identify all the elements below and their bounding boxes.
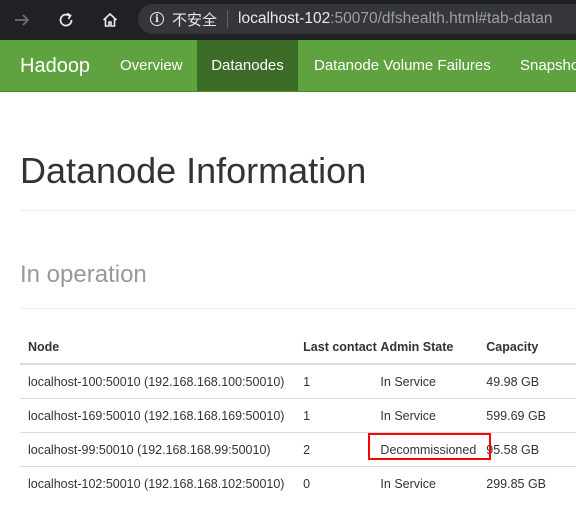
reload-icon[interactable] <box>52 6 80 34</box>
node-cell: localhost-169:50010 (192.168.168.169:500… <box>20 398 296 433</box>
title-divider <box>20 210 576 211</box>
table-row: localhost-169:50010 (192.168.168.169:500… <box>20 398 576 433</box>
info-icon[interactable]: i <box>150 12 164 26</box>
last-contact-cell: 1 <box>295 398 373 433</box>
address-separator <box>227 10 229 28</box>
browser-toolbar: i 不安全 localhost-102:50070/dfshealth.html… <box>0 0 576 40</box>
nav-snapshot[interactable]: Snapsho <box>506 40 576 91</box>
node-cell: localhost-100:50010 (192.168.168.100:500… <box>20 364 296 399</box>
table-row: localhost-100:50010 (192.168.168.100:500… <box>20 364 576 399</box>
header-last-contact[interactable]: Last contact <box>295 330 377 365</box>
admin-state-cell: In Service <box>380 476 437 491</box>
brand-logo-text[interactable]: Hadoop <box>20 40 90 91</box>
node-cell: localhost-102:50010 (192.168.168.102:500… <box>28 476 285 491</box>
capacity-cell: 49.98 GB <box>478 364 576 399</box>
table-row: localhost-102:50010 (192.168.168.102:500… <box>20 467 576 501</box>
admin-state-value: Decommissioned <box>380 442 477 457</box>
decommissioned-highlight: Decommissioned <box>368 432 492 460</box>
address-bar[interactable]: i 不安全 localhost-102:50070/dfshealth.html… <box>138 4 576 34</box>
section-divider <box>20 308 576 309</box>
table-header-row: Node Last contact Admin State Capacity <box>20 330 576 365</box>
admin-state-cell: Decommissioned <box>368 432 492 467</box>
capacity-cell: 299.85 GB <box>486 476 547 491</box>
capacity-cell: 599.69 GB <box>478 398 576 433</box>
capacity-cell: 95.58 GB <box>478 432 576 467</box>
admin-state-cell: In Service <box>372 364 479 399</box>
datanode-table: Node Last contact Admin State Capacity l… <box>20 330 576 500</box>
last-contact-cell: 0 <box>303 476 311 491</box>
last-contact-cell: 1 <box>295 364 373 399</box>
hadoop-navbar: Hadoop Overview Datanodes Datanode Volum… <box>0 40 576 92</box>
last-contact-cell: 2 <box>295 432 373 467</box>
security-label: 不安全 <box>172 10 218 29</box>
header-node[interactable]: Node <box>20 330 296 365</box>
header-capacity[interactable]: Capacity <box>478 330 576 365</box>
node-cell: localhost-99:50010 (192.168.168.99:50010… <box>20 432 296 467</box>
nav-datanodes[interactable]: Datanodes <box>197 40 298 91</box>
url-path: :50070/dfshealth.html#tab-datan <box>330 10 553 27</box>
nav-overview[interactable]: Overview <box>106 40 197 91</box>
table-row: localhost-99:50010 (192.168.168.99:50010… <box>20 432 576 467</box>
nav-datanode-volume-failures[interactable]: Datanode Volume Failures <box>300 40 505 91</box>
forward-arrow-icon[interactable] <box>8 6 36 34</box>
header-admin-state[interactable]: Admin State <box>372 330 479 365</box>
admin-state-cell: In Service <box>372 398 479 433</box>
page-title: Datanode Information <box>20 150 367 191</box>
home-icon[interactable] <box>96 6 124 34</box>
url-host: localhost-102 <box>238 10 331 27</box>
section-title: In operation <box>20 261 147 288</box>
